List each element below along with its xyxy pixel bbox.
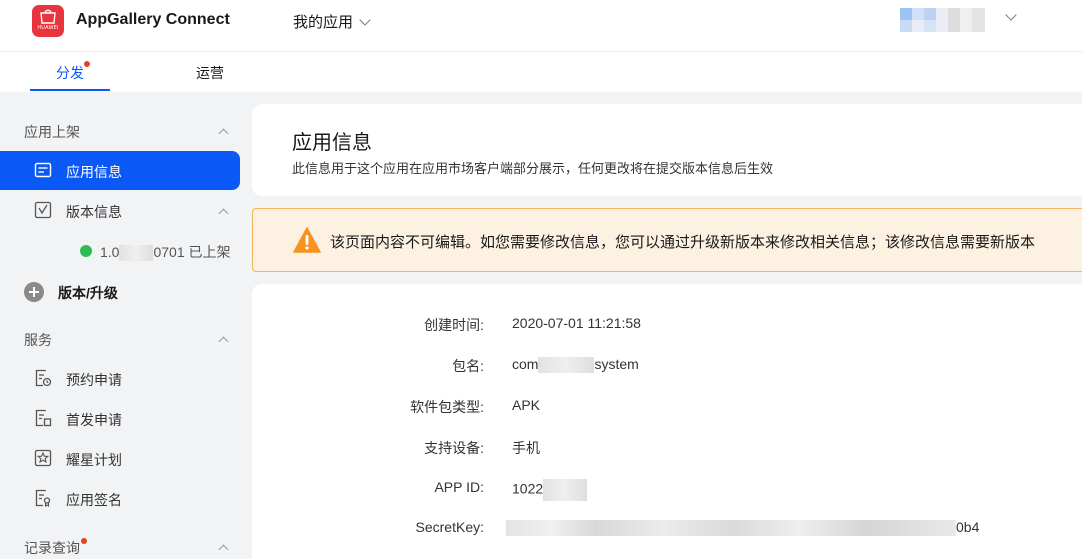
sidebar-group-app-listing[interactable]: 应用上架 [24,122,80,142]
version-status-text: 0701 已上架 [153,244,231,260]
my-apps-dropdown[interactable]: 我的应用 [293,11,371,32]
app-id-value[interactable]: 1022 [512,479,588,501]
add-version-label: 版本/升级 [58,285,118,301]
sidebar: 应用上架 应用信息 版本信息 1.0 0701 已上架 版本/升级 服务 预约申… [0,92,240,559]
app-info-icon [34,162,52,178]
reservation-icon [35,369,52,387]
page-header-card: 应用信息 此信息用于这个应用在应用市场客户端部分展示，任何更改将在提交版本信息后… [252,104,1082,196]
sidebar-item-label: 版本信息 [66,204,122,220]
warning-text: 该页面内容不可编辑。如您需要修改信息，您可以通过升级新版本来修改相关信息；该修改… [330,234,1036,251]
sidebar-group-records[interactable]: 记录查询 [24,538,87,558]
package-type-value: APK [512,397,541,413]
redacted-package [538,357,595,374]
main-tabs: 分发 运营 [0,52,1082,92]
shopping-bag-icon [40,9,56,24]
info-row-app-id: APP ID: 1022 [252,479,1082,501]
package-type-label: 软件包类型: [410,399,484,415]
chevron-up-icon[interactable] [218,128,229,139]
package-name-value: com system [512,356,639,374]
app-id-prefix: 1022 [512,480,544,497]
user-menu-chevron-down-icon[interactable] [1005,9,1017,21]
version-number-prefix: 1.0 [100,244,120,260]
sidebar-item-label: 预约申请 [66,372,122,388]
sidebar-group-services[interactable]: 服务 [24,330,52,350]
version-info-icon [34,201,52,219]
app-info-card: 创建时间: 2020-07-01 11:21:58 包名: com system … [252,284,1082,559]
sidebar-item-first-launch[interactable]: 首发申请 [0,399,240,438]
secret-key-suffix: 0b4 [956,519,980,535]
sidebar-item-label: 首发申请 [66,412,122,428]
active-tab-indicator [30,89,110,91]
top-bar: HUAWEI AppGallery Connect 我的应用 [0,0,1082,52]
chevron-up-icon[interactable] [218,336,229,347]
info-row-package-type: 软件包类型: APK [252,397,1082,419]
package-name-label: 包名: [452,358,484,374]
sidebar-item-label: 应用签名 [66,492,122,508]
sidebar-item-app-signature[interactable]: 应用签名 [0,479,240,518]
package-name-suffix: system [594,356,639,372]
info-row-supported-devices: 支持设备: 手机 [252,438,1082,460]
sidebar-item-version-info[interactable]: 版本信息 [0,191,240,230]
user-avatar[interactable] [900,8,985,32]
my-apps-label: 我的应用 [293,14,354,31]
secret-key-value[interactable]: 0b4 [506,519,980,537]
brand-title[interactable]: AppGallery Connect [76,11,230,29]
supported-devices-value: 手机 [512,440,540,456]
sidebar-item-reservation[interactable]: 预约申请 [0,359,240,398]
tab-operations[interactable]: 运营 [196,63,224,83]
tab-distribution-label: 分发 [56,65,84,81]
huawei-logo-icon[interactable]: HUAWEI [32,5,64,37]
sidebar-item-star-plan[interactable]: 耀星计划 [0,439,240,478]
sidebar-item-app-info[interactable]: 应用信息 [0,151,240,190]
warning-icon [293,227,321,253]
notification-dot [84,61,90,67]
first-launch-icon [35,409,52,427]
created-time-label: 创建时间: [424,317,484,333]
notification-dot [81,538,87,544]
version-status-item[interactable]: 1.0 0701 已上架 [80,242,240,262]
chevron-down-icon [359,13,371,26]
status-online-icon [80,245,92,257]
sidebar-group-records-label: 记录查询 [24,540,80,556]
tab-distribution[interactable]: 分发 [56,61,90,83]
page-title: 应用信息 [292,132,372,154]
star-plan-icon [34,449,52,467]
info-row-created-time: 创建时间: 2020-07-01 11:21:58 [252,315,1082,337]
redacted-secret-key [506,520,956,537]
sidebar-item-label: 耀星计划 [66,452,122,468]
created-time-value: 2020-07-01 11:21:58 [512,315,641,331]
redacted-app-id [543,479,588,501]
sidebar-item-label: 应用信息 [66,164,122,180]
supported-devices-label: 支持设备: [424,440,484,456]
app-id-label: APP ID: [434,479,484,495]
logo-text: HUAWEI [37,25,59,31]
package-name-prefix: com [512,356,539,372]
app-signature-icon [35,489,51,507]
page-subtitle: 此信息用于这个应用在应用市场客户端部分展示，任何更改将在提交版本信息后生效 [292,161,774,176]
chevron-up-icon[interactable] [218,544,229,555]
info-row-package-name: 包名: com system [252,356,1082,378]
info-row-secret-key: SecretKey: 0b4 [252,519,1082,541]
warning-alert: 该页面内容不可编辑。如您需要修改信息，您可以通过升级新版本来修改相关信息；该修改… [252,208,1082,272]
redacted-version [119,245,154,262]
secret-key-label: SecretKey: [415,519,484,535]
plus-circle-icon [24,282,44,302]
